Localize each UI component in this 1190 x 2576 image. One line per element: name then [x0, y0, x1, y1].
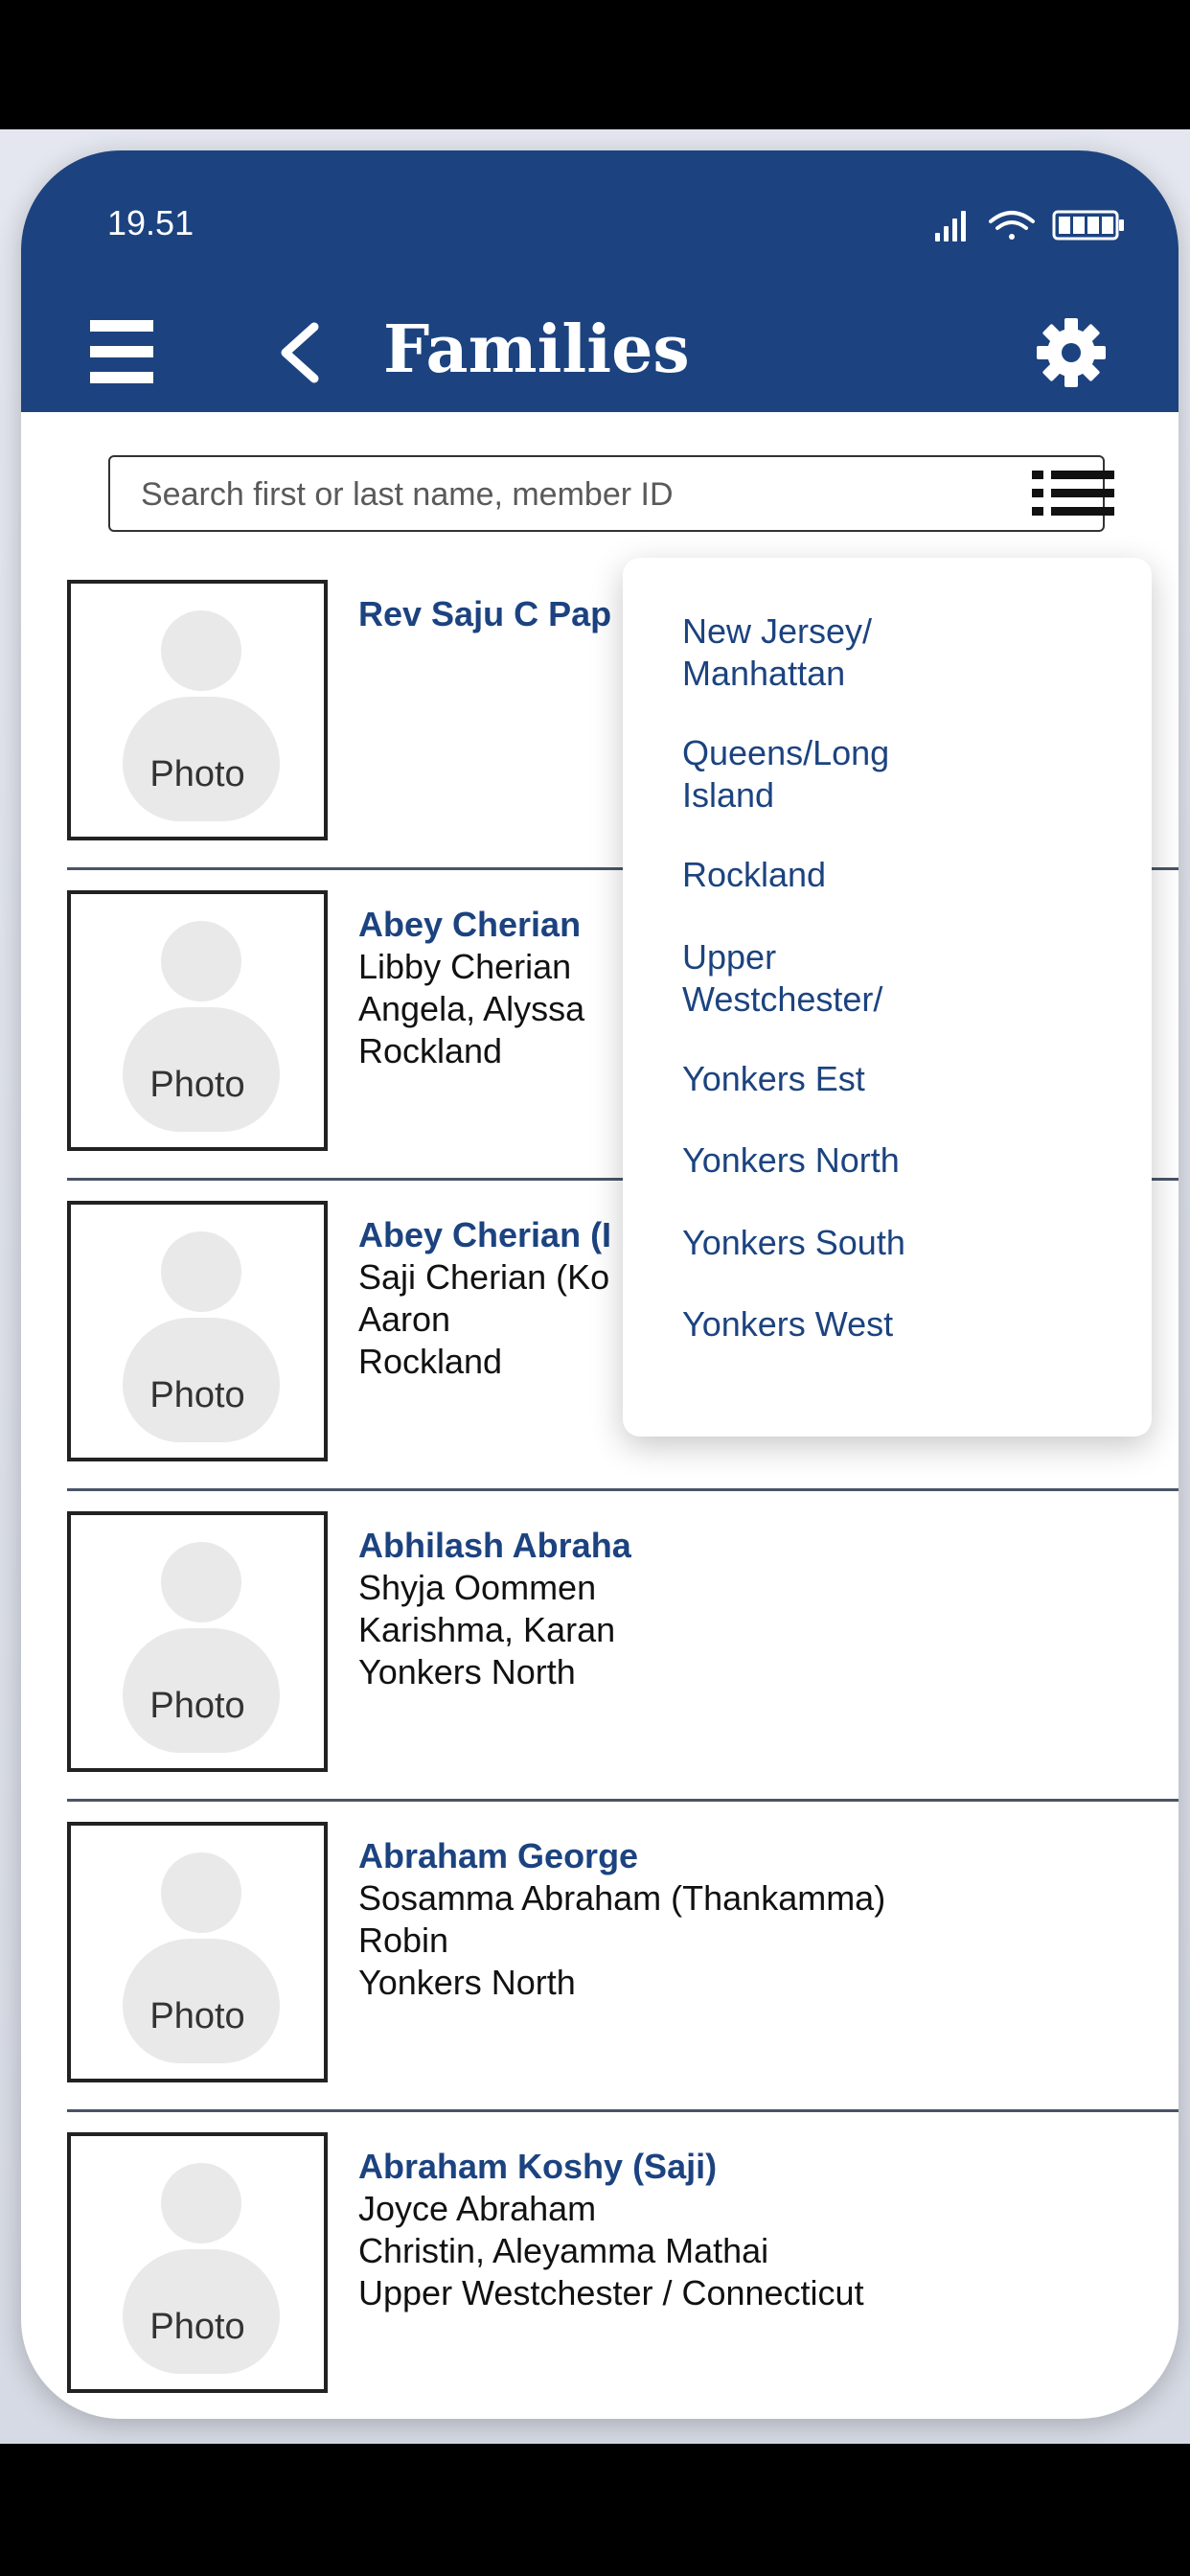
row-divider [67, 1488, 1179, 1491]
battery-icon [1052, 210, 1124, 241]
region-option-yonkers-west[interactable]: Yonkers West [682, 1303, 1123, 1346]
family-photo: Photo [67, 2132, 328, 2393]
app-header: 19.51 Families [21, 150, 1179, 412]
family-info: Abraham George Sosamma Abraham (Thankamm… [358, 1835, 1173, 2004]
page-title: Families [383, 311, 690, 388]
back-icon[interactable] [272, 321, 330, 384]
region-option-line1: Queens/Long [682, 733, 890, 772]
list-icon[interactable] [1030, 465, 1116, 522]
family-spouse: Joyce Abraham [358, 2189, 597, 2228]
family-children: Karishma, Karan [358, 1610, 616, 1649]
region-option-line1: Rockland [682, 855, 827, 894]
region-filter-dropdown: New Jersey/ Manhattan Queens/Long Island… [623, 558, 1152, 1437]
family-photo: Photo [67, 1201, 328, 1461]
family-row[interactable]: Photo Abhilash Abraha Shyja Oommen Karis… [67, 1511, 1179, 1820]
photo-label: Photo [149, 754, 245, 794]
photo-label: Photo [149, 2307, 245, 2347]
family-info: Abhilash Abraha Shyja Oommen Karishma, K… [358, 1525, 1173, 1693]
region-option-line1: Yonkers Est [682, 1059, 865, 1098]
family-head-name[interactable]: Abraham Koshy (Saji) [358, 2146, 1173, 2188]
signal-icon [935, 211, 966, 242]
search-bar [108, 455, 1114, 532]
family-row[interactable]: Photo Abraham Koshy (Saji) Joyce Abraham… [67, 2132, 1179, 2419]
status-icons [935, 210, 1124, 242]
photo-label: Photo [149, 1996, 245, 2036]
family-children: Christin, Aleyamma Mathai [358, 2231, 769, 2270]
region-option-yonkers-est[interactable]: Yonkers Est [682, 1058, 1123, 1100]
family-spouse: Sosamma Abraham (Thankamma) [358, 1878, 886, 1918]
family-row[interactable]: Photo Abraham George Sosamma Abraham (Th… [67, 1822, 1179, 2130]
region-option-line1: Yonkers West [682, 1304, 894, 1344]
avatar-placeholder-icon [161, 610, 241, 691]
region-option-yonkers-north[interactable]: Yonkers North [682, 1139, 1123, 1182]
region-option-line2: Westchester/ [682, 979, 883, 1019]
gear-icon[interactable] [1037, 318, 1106, 387]
phone-screen: 19.51 Families Search first or last name… [21, 150, 1179, 2419]
family-photo: Photo [67, 1822, 328, 2082]
region-option-line2: Manhattan [682, 654, 846, 693]
region-option-rockland[interactable]: Rockland [682, 854, 1123, 896]
photo-label: Photo [149, 1686, 245, 1726]
region-option-line1: New Jersey/ [682, 611, 873, 651]
row-divider [67, 1799, 1179, 1802]
avatar-placeholder-icon [161, 1231, 241, 1312]
family-children: Robin [358, 1920, 449, 1960]
region-option-line1: Yonkers North [682, 1140, 900, 1180]
region-option-line2: Island [682, 775, 775, 815]
status-time: 19.51 [107, 203, 195, 242]
region-option-line1: Upper [682, 937, 777, 977]
region-option-upper-westchester[interactable]: Upper Westchester/ [682, 936, 1123, 1021]
wifi-icon [989, 211, 1035, 240]
row-divider [67, 2109, 1179, 2112]
family-head-name[interactable]: Abhilash Abraha [358, 1525, 1173, 1567]
avatar-placeholder-icon [161, 2163, 241, 2243]
region-option-yonkers-south[interactable]: Yonkers South [682, 1222, 1123, 1264]
family-region: Yonkers North [358, 1963, 576, 2002]
family-info: Abraham Koshy (Saji) Joyce Abraham Chris… [358, 2146, 1173, 2314]
region-option-queens[interactable]: Queens/Long Island [682, 732, 1123, 816]
family-spouse: Shyja Oommen [358, 1568, 597, 1607]
avatar-placeholder-icon [161, 921, 241, 1001]
menu-icon[interactable] [90, 318, 153, 385]
region-option-new-jersey[interactable]: New Jersey/ Manhattan [682, 610, 1123, 695]
photo-label: Photo [149, 1065, 245, 1105]
search-input[interactable] [139, 457, 986, 532]
family-region: Yonkers North [358, 1652, 576, 1691]
family-photo: Photo [67, 1511, 328, 1772]
avatar-placeholder-icon [161, 1542, 241, 1622]
family-region: Upper Westchester / Connecticut [358, 2273, 864, 2312]
avatar-placeholder-icon [161, 1852, 241, 1933]
family-photo: Photo [67, 580, 328, 840]
photo-label: Photo [149, 1375, 245, 1415]
family-photo: Photo [67, 890, 328, 1151]
family-head-name[interactable]: Abraham George [358, 1835, 1173, 1877]
region-option-line1: Yonkers South [682, 1223, 905, 1262]
